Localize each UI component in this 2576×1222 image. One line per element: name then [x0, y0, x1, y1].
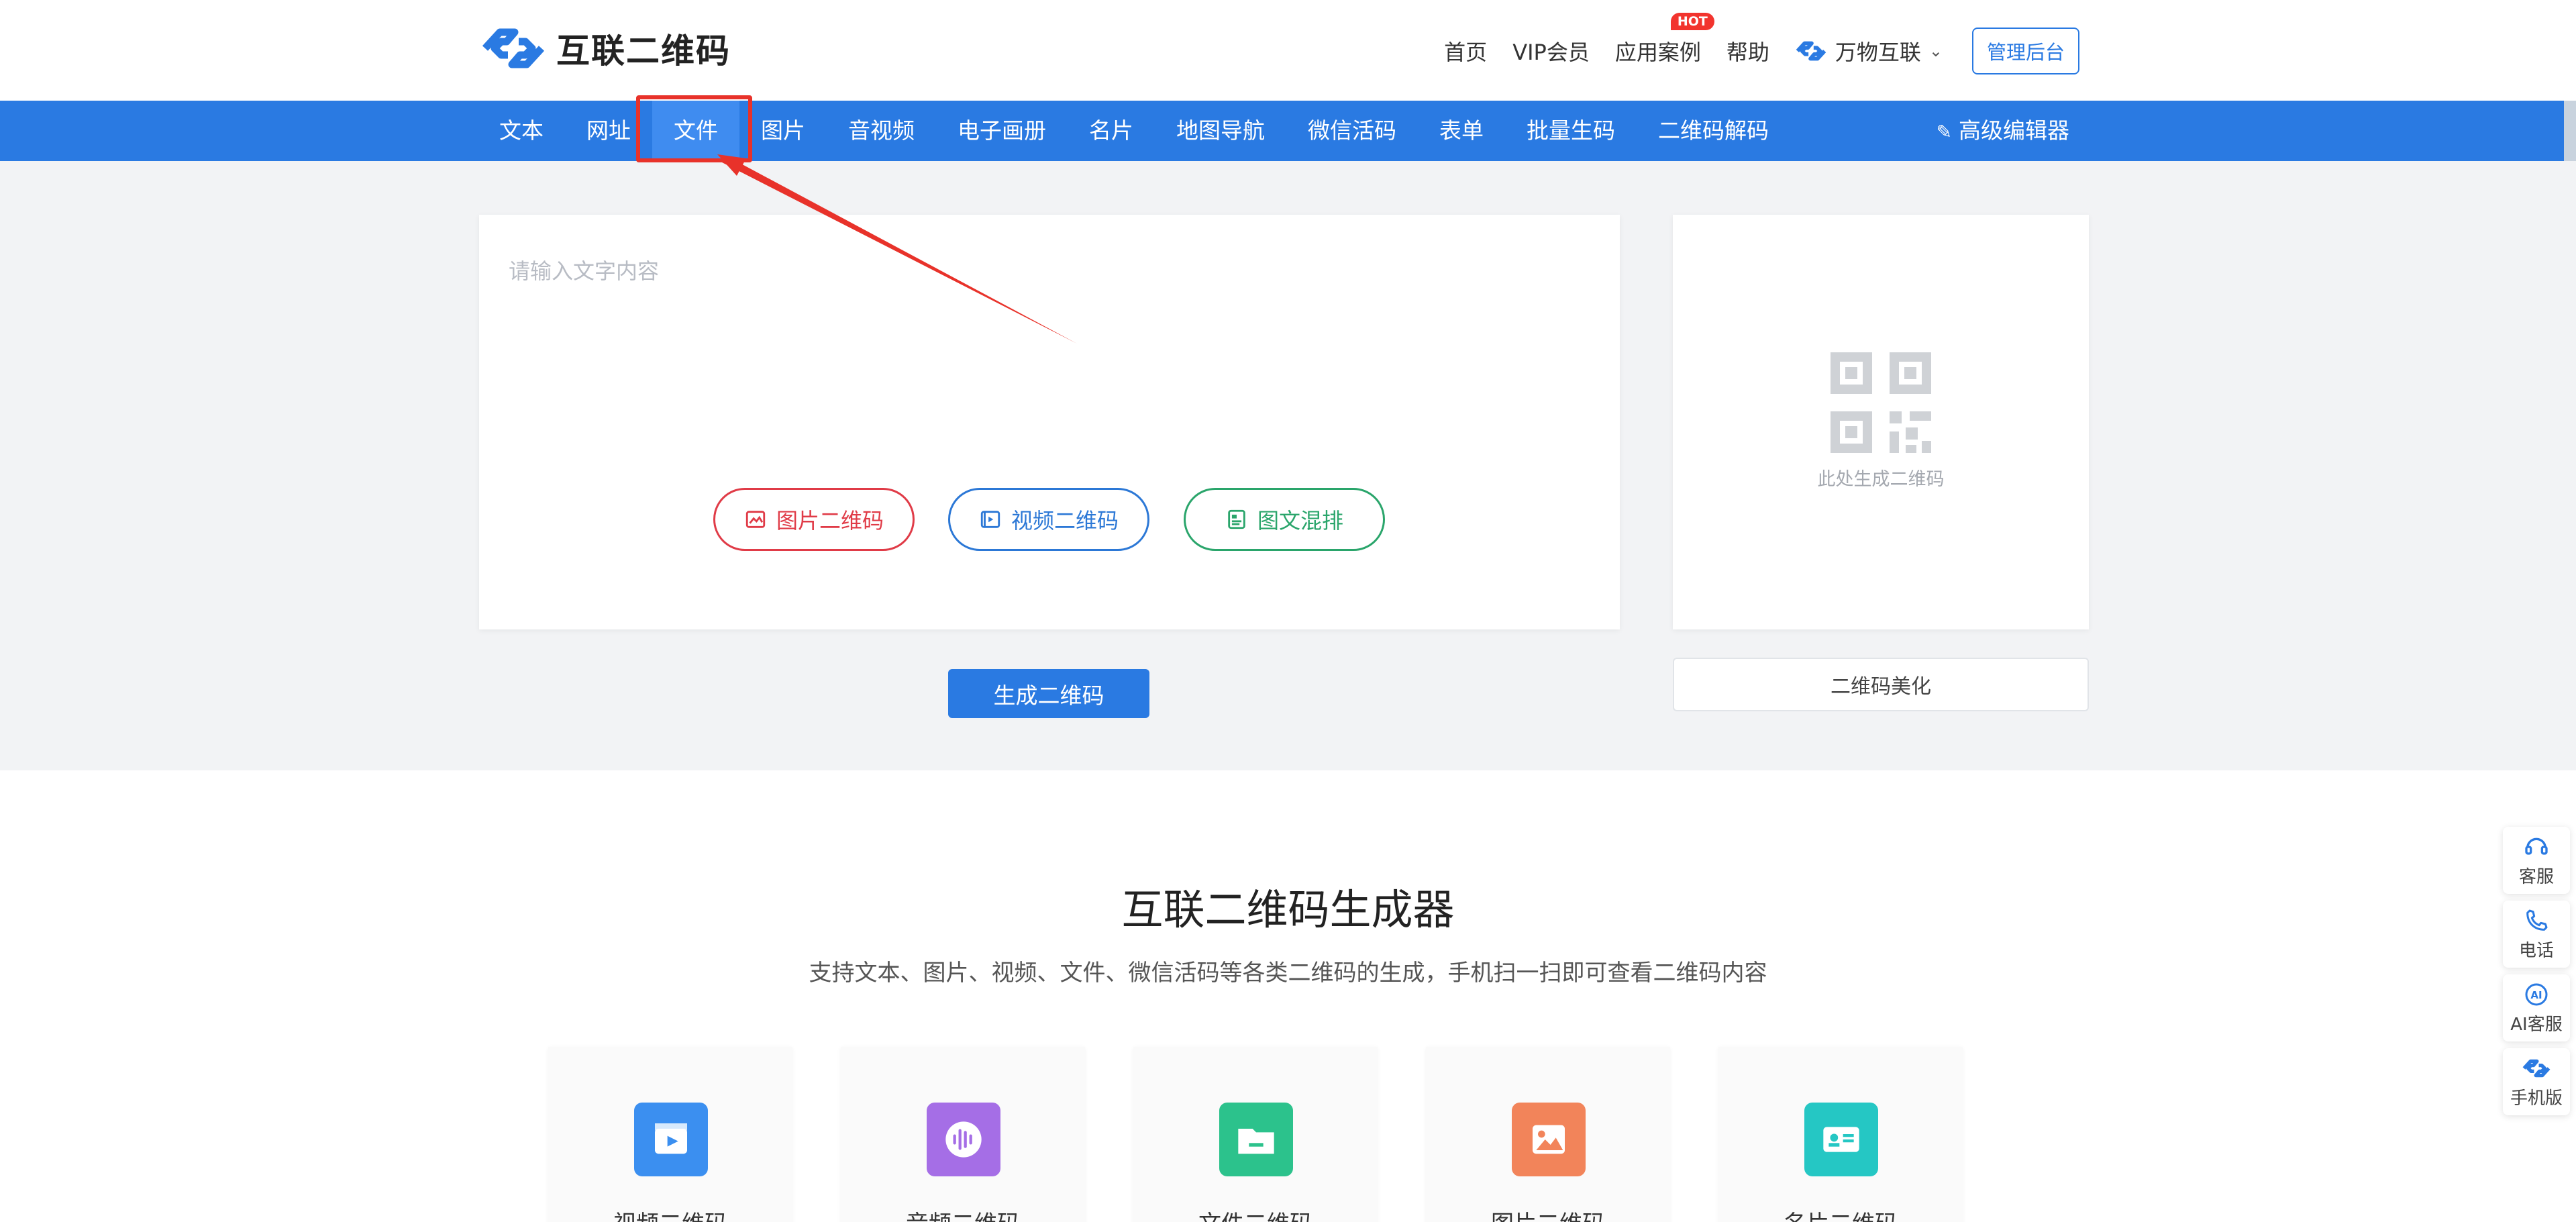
feature-card-file[interactable]: 文件二维码: [1133, 1047, 1378, 1222]
image-icon: [745, 511, 766, 528]
generate-qr-button[interactable]: 生成二维码: [948, 669, 1149, 718]
folder-icon: [1219, 1103, 1293, 1176]
feature-label: 音频二维码: [841, 1205, 1085, 1222]
cases-link-label: 应用案例: [1614, 40, 1701, 65]
advanced-editor-label: 高级编辑器: [1959, 117, 2069, 144]
mixed-layout-label: 图文混排: [1257, 508, 1343, 533]
audio-icon: [927, 1103, 1000, 1176]
section-title: 互联二维码生成器: [1121, 885, 1455, 934]
tab-wechat-live-code[interactable]: 微信活码: [1286, 101, 1418, 161]
mobile-logo-icon: [2522, 1059, 2551, 1077]
tab-text[interactable]: 文本: [478, 101, 565, 161]
tab-image[interactable]: 图片: [739, 101, 827, 161]
image-qr-button[interactable]: 图片二维码: [713, 488, 915, 551]
ai-chat-icon: AI: [2525, 983, 2548, 1005]
text-content-input[interactable]: [509, 244, 1582, 298]
tab-form[interactable]: 表单: [1418, 101, 1505, 161]
mobile-version-label: 手机版: [2510, 1088, 2563, 1109]
tab-audio-video[interactable]: 音视频: [827, 101, 936, 161]
video-icon: [634, 1103, 708, 1176]
cases-link[interactable]: 应用案例 HOT: [1614, 13, 1714, 66]
feature-card-business-card[interactable]: 名片二维码: [1718, 1047, 1963, 1222]
image-qr-label: 图片二维码: [776, 508, 884, 533]
site-logo[interactable]: 互联二维码: [480, 23, 731, 74]
phone-label: 电话: [2518, 940, 2554, 961]
section-subtitle: 支持文本、图片、视频、文件、微信活码等各类二维码的生成，手机扫一扫即可查看二维码…: [809, 960, 1767, 986]
brand-logo-icon: [1796, 41, 1826, 61]
vip-link[interactable]: VIP会员: [1512, 36, 1590, 66]
phone-icon: [2526, 909, 2548, 931]
tab-batch-generate[interactable]: 批量生码: [1505, 101, 1637, 161]
help-link[interactable]: 帮助: [1727, 36, 1769, 66]
editor-card: 图片二维码 视频二维码 图文混排: [479, 215, 1620, 629]
customer-service-label: 客服: [2518, 866, 2554, 887]
qr-beautify-button[interactable]: 二维码美化: [1673, 658, 2089, 711]
customer-service-button[interactable]: 客服: [2503, 827, 2570, 894]
feature-label: 文件二维码: [1133, 1205, 1378, 1222]
phone-button[interactable]: 电话: [2503, 901, 2570, 968]
id-card-icon: [1804, 1103, 1878, 1176]
qr-preview-card: 此处生成二维码: [1673, 215, 2089, 629]
feature-card-image[interactable]: 图片二维码: [1426, 1047, 1670, 1222]
feature-label: 图片二维码: [1426, 1205, 1670, 1222]
hot-badge: HOT: [1670, 13, 1714, 30]
mobile-version-button[interactable]: 手机版: [2503, 1048, 2570, 1115]
scrollbar-thumb[interactable]: [2564, 101, 2576, 161]
image-icon: [1512, 1103, 1586, 1176]
headset-icon: [2525, 837, 2548, 855]
home-link[interactable]: 首页: [1444, 36, 1487, 66]
feature-label: 名片二维码: [1718, 1205, 1963, 1222]
tab-qr-decode[interactable]: 二维码解码: [1637, 101, 1790, 161]
qr-placeholder-icon: [1831, 352, 1931, 453]
tab-business-card[interactable]: 名片: [1068, 101, 1155, 161]
feature-label: 视频二维码: [548, 1205, 792, 1222]
feature-card-audio[interactable]: 音频二维码: [841, 1047, 1085, 1222]
video-icon: [980, 511, 1000, 528]
chevron-down-icon: ⌄: [1928, 42, 1943, 60]
edit-icon: ✎: [1936, 121, 1952, 143]
feature-card-video[interactable]: 视频二维码: [548, 1047, 792, 1222]
qr-placeholder-caption: 此处生成二维码: [1817, 469, 1945, 490]
admin-button[interactable]: 管理后台: [1971, 28, 2079, 74]
highlight-box: [636, 95, 752, 162]
video-qr-button[interactable]: 视频二维码: [948, 488, 1149, 551]
main-nav: 文本 网址 文件 图片 音视频 电子画册 名片 地图导航 微信活码 表单 批量生…: [0, 101, 2576, 161]
mixed-layout-button[interactable]: 图文混排: [1184, 488, 1385, 551]
video-qr-label: 视频二维码: [1011, 508, 1119, 533]
top-header: 互联二维码 首页 VIP会员 应用案例 HOT 帮助 万物互联 ⌄ 管理后台: [0, 0, 2576, 101]
ai-service-label: AI客服: [2510, 1014, 2563, 1035]
top-links: 首页 VIP会员 应用案例 HOT 帮助 万物互联 ⌄ 管理后台: [1419, 13, 2079, 74]
advanced-editor-link[interactable]: ✎ 高级编辑器: [1937, 101, 2069, 161]
logo-icon: [482, 28, 545, 68]
brand-dropdown[interactable]: 万物互联 ⌄: [1795, 36, 1943, 66]
tab-map-nav[interactable]: 地图导航: [1155, 101, 1286, 161]
logo-text: 互联二维码: [556, 32, 731, 70]
brand-label: 万物互联: [1835, 40, 1921, 65]
ai-service-button[interactable]: AI AI客服: [2503, 974, 2570, 1041]
tab-e-album[interactable]: 电子画册: [936, 101, 1068, 161]
mixed-layout-icon: [1228, 509, 1245, 529]
svg-text:AI: AI: [2530, 988, 2542, 1001]
